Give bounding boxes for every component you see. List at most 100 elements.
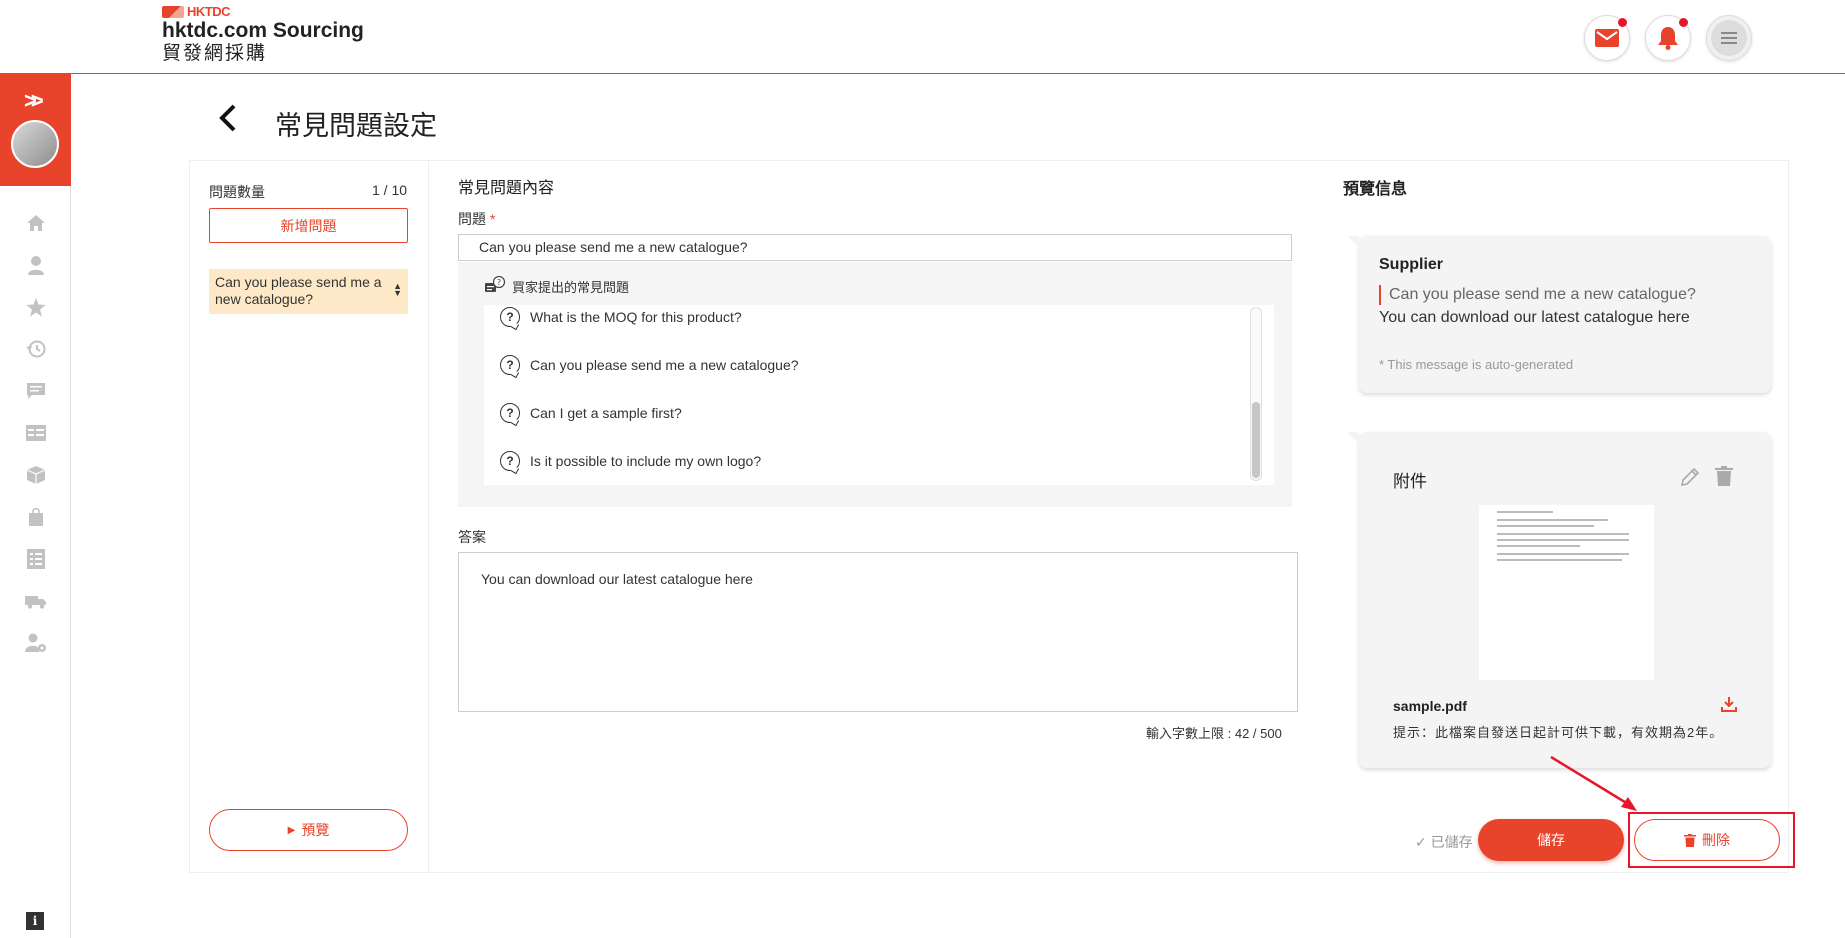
question-mark-icon: ? [500,355,520,375]
home-icon [26,215,45,231]
chevron-left-icon [219,104,236,132]
common-questions-list[interactable]: ? What is the MOQ for this product? ? Ca… [484,305,1274,485]
required-marker: * [489,211,496,227]
bell-icon [1658,27,1678,50]
logo-brand-small: HKTDC [187,4,231,19]
edit-attachment-button[interactable] [1679,466,1701,493]
annotation-highlight-box [1628,812,1795,868]
question-mark-icon: ? [500,451,520,471]
caret-right-icon: ▶ [287,824,296,836]
expand-sidebar-icon[interactable]: >> [24,88,44,114]
back-button[interactable] [218,104,238,138]
attachment-title: 附件 [1393,472,1427,491]
sidebar: >> i [0,74,71,938]
question-mark-icon: ? [500,307,520,327]
menu-button[interactable] [1706,15,1752,61]
preview-button[interactable]: ▶ 預覽 [209,809,408,851]
sidebar-item-products[interactable] [0,454,71,496]
mail-icon [1595,29,1619,47]
sidebar-item-home[interactable] [0,202,71,244]
page-title: 常見問題設定 [275,111,437,141]
info-icon[interactable]: i [26,912,44,930]
box-icon [26,466,45,484]
answer-textarea[interactable]: You can download our latest catalogue he… [458,552,1298,712]
dropdown-header: ? 買家提出的常見問題 [484,276,629,296]
common-questions-dropdown: ? 買家提出的常見問題 ? What is the MOQ for this p… [458,262,1292,507]
common-question-option[interactable]: ? What is the MOQ for this product? [500,307,742,327]
attachment-hint: 提示：此檔案自發送日起計可供下載，有效期為2年。 [1393,725,1724,740]
avatar[interactable] [11,120,59,168]
sidebar-item-requests[interactable] [0,538,71,580]
history-icon [25,340,45,358]
sidebar-item-messages[interactable] [0,370,71,412]
bag-icon [28,508,43,526]
user-settings-icon [24,633,46,652]
pencil-icon [1680,467,1700,487]
common-question-option[interactable]: ? Can I get a sample first? [500,403,682,423]
sidebar-item-profile[interactable] [0,244,71,286]
question-list-item-label: Can you please send me a new catalogue? [215,274,382,307]
question-count-value: 1 / 10 [372,182,408,198]
common-question-option[interactable]: ? Is it possible to include my own logo? [500,451,761,471]
sidebar-item-listings[interactable] [0,412,71,454]
question-input[interactable]: Can you please send me a new catalogue? [458,234,1292,261]
question-list-panel [189,160,429,873]
download-attachment-button[interactable] [1721,696,1737,717]
dropdown-scrollbar[interactable] [1250,307,1262,481]
save-button[interactable]: 儲存 [1478,819,1624,861]
common-question-text: Can I get a sample first? [530,405,682,421]
auto-generated-note: * This message is auto-generated [1379,357,1574,372]
list-icon [25,425,46,441]
checklist-icon [26,549,45,569]
question-label-text: 問題 [458,211,486,227]
top-header: HKTDC hktdc.com Sourcing 貿發網採購 [0,0,1845,74]
sidebar-item-orders[interactable] [0,496,71,538]
notification-unread-dot [1679,18,1688,27]
user-icon [27,256,44,275]
preview-answer: You can download our latest catalogue he… [1379,309,1690,326]
sidebar-item-account-settings[interactable] [0,622,71,664]
preview-message-bubble: Supplier Can you please send me a new ca… [1347,236,1771,393]
common-question-option[interactable]: ? Can you please send me a new catalogue… [500,355,799,375]
question-list-item[interactable]: Can you please send me a new catalogue? … [209,269,408,314]
char-limit-counter: 輸入字數上限 : 42 / 500 [1146,726,1282,741]
buyer-question-icon: ? [485,276,506,292]
saved-status: ✓ 已儲存 [1415,834,1473,850]
logo-brand-en: hktdc.com Sourcing [162,19,364,42]
sort-handle-icon[interactable]: ▲ ▼ [393,282,402,298]
download-icon [1721,697,1737,712]
chat-icon [26,383,45,399]
answer-label: 答案 [458,529,486,545]
hktdc-flag-icon [162,5,184,18]
menu-icon [1711,20,1747,56]
common-question-text: What is the MOQ for this product? [530,309,742,325]
sidebar-item-history[interactable] [0,328,71,370]
logo-brand-zh: 貿發網採購 [162,43,268,64]
svg-text:?: ? [497,278,501,287]
sidebar-item-favourites[interactable] [0,286,71,328]
truck-icon [24,596,46,609]
attachment-thumbnail[interactable] [1479,505,1654,680]
question-label: 問題 * [458,209,495,229]
preview-button-label: 預覽 [301,822,330,838]
star-icon [26,297,45,316]
common-question-text: Can you please send me a new catalogue? [530,357,799,373]
hktdc-logo[interactable]: HKTDC hktdc.com Sourcing 貿發網採購 [162,4,364,65]
faq-content-title: 常見問題內容 [458,180,555,197]
trash-icon [1715,466,1733,486]
delete-attachment-button[interactable] [1715,466,1733,491]
preview-section-title: 預覽信息 [1343,181,1408,198]
dropdown-title: 買家提出的常見問題 [512,279,630,295]
add-question-button[interactable]: 新增問題 [209,208,408,243]
question-mark-icon: ? [500,403,520,423]
attachment-bubble: 附件 sample.pdf 提示：此檔案自發送日起計可供下載，有效期為2年。 [1347,432,1771,768]
notification-button[interactable] [1645,15,1691,61]
sidebar-item-logistics[interactable] [0,580,71,622]
sidebar-header: >> [0,74,71,186]
common-question-text: Is it possible to include my own logo? [530,453,762,469]
scrollbar-thumb[interactable] [1252,402,1260,478]
mail-unread-dot [1618,18,1627,27]
annotation-arrow-icon [1550,755,1637,811]
mail-button[interactable] [1584,15,1630,61]
attachment-file-name[interactable]: sample.pdf [1393,698,1467,714]
